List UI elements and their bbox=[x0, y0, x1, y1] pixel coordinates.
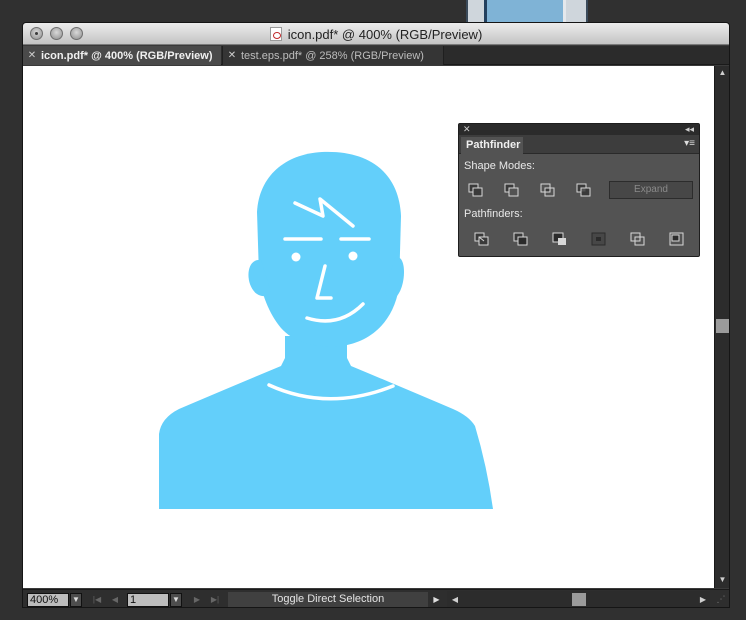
status-label[interactable]: Toggle Direct Selection bbox=[228, 592, 428, 607]
minus-back-icon[interactable] bbox=[668, 230, 686, 248]
pathfinders-label: Pathfinders: bbox=[464, 208, 523, 220]
scroll-right-icon[interactable]: ▶ bbox=[697, 591, 709, 607]
status-bar: 400% ▼ |◀ ◀ 1 ▼ ▶ ▶| Toggle Direct Selec… bbox=[23, 589, 729, 607]
horizontal-scroll-thumb[interactable] bbox=[572, 593, 586, 606]
first-artboard-icon[interactable]: |◀ bbox=[91, 593, 103, 607]
scroll-up-icon[interactable]: ▲ bbox=[715, 67, 729, 79]
trim-icon[interactable] bbox=[512, 230, 530, 248]
head-shape bbox=[257, 151, 401, 347]
exclude-icon[interactable] bbox=[575, 181, 593, 199]
close-tab-icon[interactable]: ✕ bbox=[23, 50, 41, 61]
next-artboard-icon[interactable]: ▶ bbox=[191, 593, 203, 607]
tab-icon-pdf[interactable]: ✕ icon.pdf* @ 400% (RGB/Preview) bbox=[23, 46, 221, 65]
divide-icon[interactable] bbox=[473, 230, 491, 248]
panel-close-icon[interactable]: ✕ bbox=[463, 124, 471, 135]
intersect-icon[interactable] bbox=[539, 181, 557, 199]
zoom-level-field[interactable]: 400% bbox=[27, 593, 69, 607]
desktop-background: icon.pdf* @ 400% (RGB/Preview) ✕ icon.pd… bbox=[0, 0, 746, 620]
zoom-dropdown-icon[interactable]: ▼ bbox=[70, 593, 82, 607]
crop-icon[interactable] bbox=[590, 230, 608, 248]
panel-header[interactable]: ✕ ◂◂ bbox=[459, 124, 699, 135]
background-window-edge bbox=[466, 0, 588, 24]
title-bar[interactable]: icon.pdf* @ 400% (RGB/Preview) bbox=[23, 23, 729, 45]
pathfinder-panel: ✕ ◂◂ Pathfinder ▾≡ Shape Modes: Expand P… bbox=[458, 123, 700, 257]
previous-artboard-icon[interactable]: ◀ bbox=[109, 593, 121, 607]
tab-label: icon.pdf* @ 400% (RGB/Preview) bbox=[41, 49, 213, 62]
close-tab-icon[interactable]: ✕ bbox=[223, 50, 241, 61]
artboard-number-field[interactable]: 1 bbox=[127, 593, 169, 607]
merge-icon[interactable] bbox=[551, 230, 569, 248]
scroll-left-icon[interactable]: ◀ bbox=[449, 591, 461, 607]
resize-grip-icon[interactable]: ⋰ bbox=[713, 590, 729, 607]
status-menu-icon[interactable]: ▶ bbox=[430, 593, 443, 607]
tab-test-eps-pdf[interactable]: ✕ test.eps.pdf* @ 258% (RGB/Preview) bbox=[222, 46, 444, 65]
title-wrap: icon.pdf* @ 400% (RGB/Preview) bbox=[23, 23, 729, 45]
panel-tab-row: Pathfinder ▾≡ bbox=[459, 135, 699, 154]
left-eye bbox=[291, 252, 301, 262]
expand-button[interactable]: Expand bbox=[609, 181, 693, 199]
shape-modes-label: Shape Modes: bbox=[464, 160, 535, 172]
artboard-dropdown-icon[interactable]: ▼ bbox=[170, 593, 182, 607]
right-eye bbox=[348, 251, 358, 261]
outline-icon[interactable] bbox=[629, 230, 647, 248]
unite-icon[interactable] bbox=[467, 181, 485, 199]
scroll-down-icon[interactable]: ▼ bbox=[715, 574, 729, 586]
vertical-scroll-thumb[interactable] bbox=[716, 319, 729, 333]
minus-front-icon[interactable] bbox=[503, 181, 521, 199]
pdf-file-icon bbox=[269, 27, 282, 41]
vertical-scrollbar[interactable]: ▲ ▼ bbox=[714, 66, 729, 588]
tab-pathfinder[interactable]: Pathfinder bbox=[461, 137, 523, 154]
last-artboard-icon[interactable]: ▶| bbox=[209, 593, 221, 607]
document-tab-bar: ✕ icon.pdf* @ 400% (RGB/Preview) ✕ test.… bbox=[23, 46, 729, 65]
panel-menu-icon[interactable]: ▾≡ bbox=[684, 138, 695, 149]
document-window: icon.pdf* @ 400% (RGB/Preview) ✕ icon.pd… bbox=[22, 22, 730, 608]
horizontal-scrollbar[interactable]: ◀ ▶ bbox=[447, 591, 710, 607]
window-title: icon.pdf* @ 400% (RGB/Preview) bbox=[287, 26, 483, 42]
tab-label: test.eps.pdf* @ 258% (RGB/Preview) bbox=[241, 49, 424, 62]
torso-shape bbox=[159, 336, 493, 509]
panel-collapse-icon[interactable]: ◂◂ bbox=[685, 124, 694, 135]
